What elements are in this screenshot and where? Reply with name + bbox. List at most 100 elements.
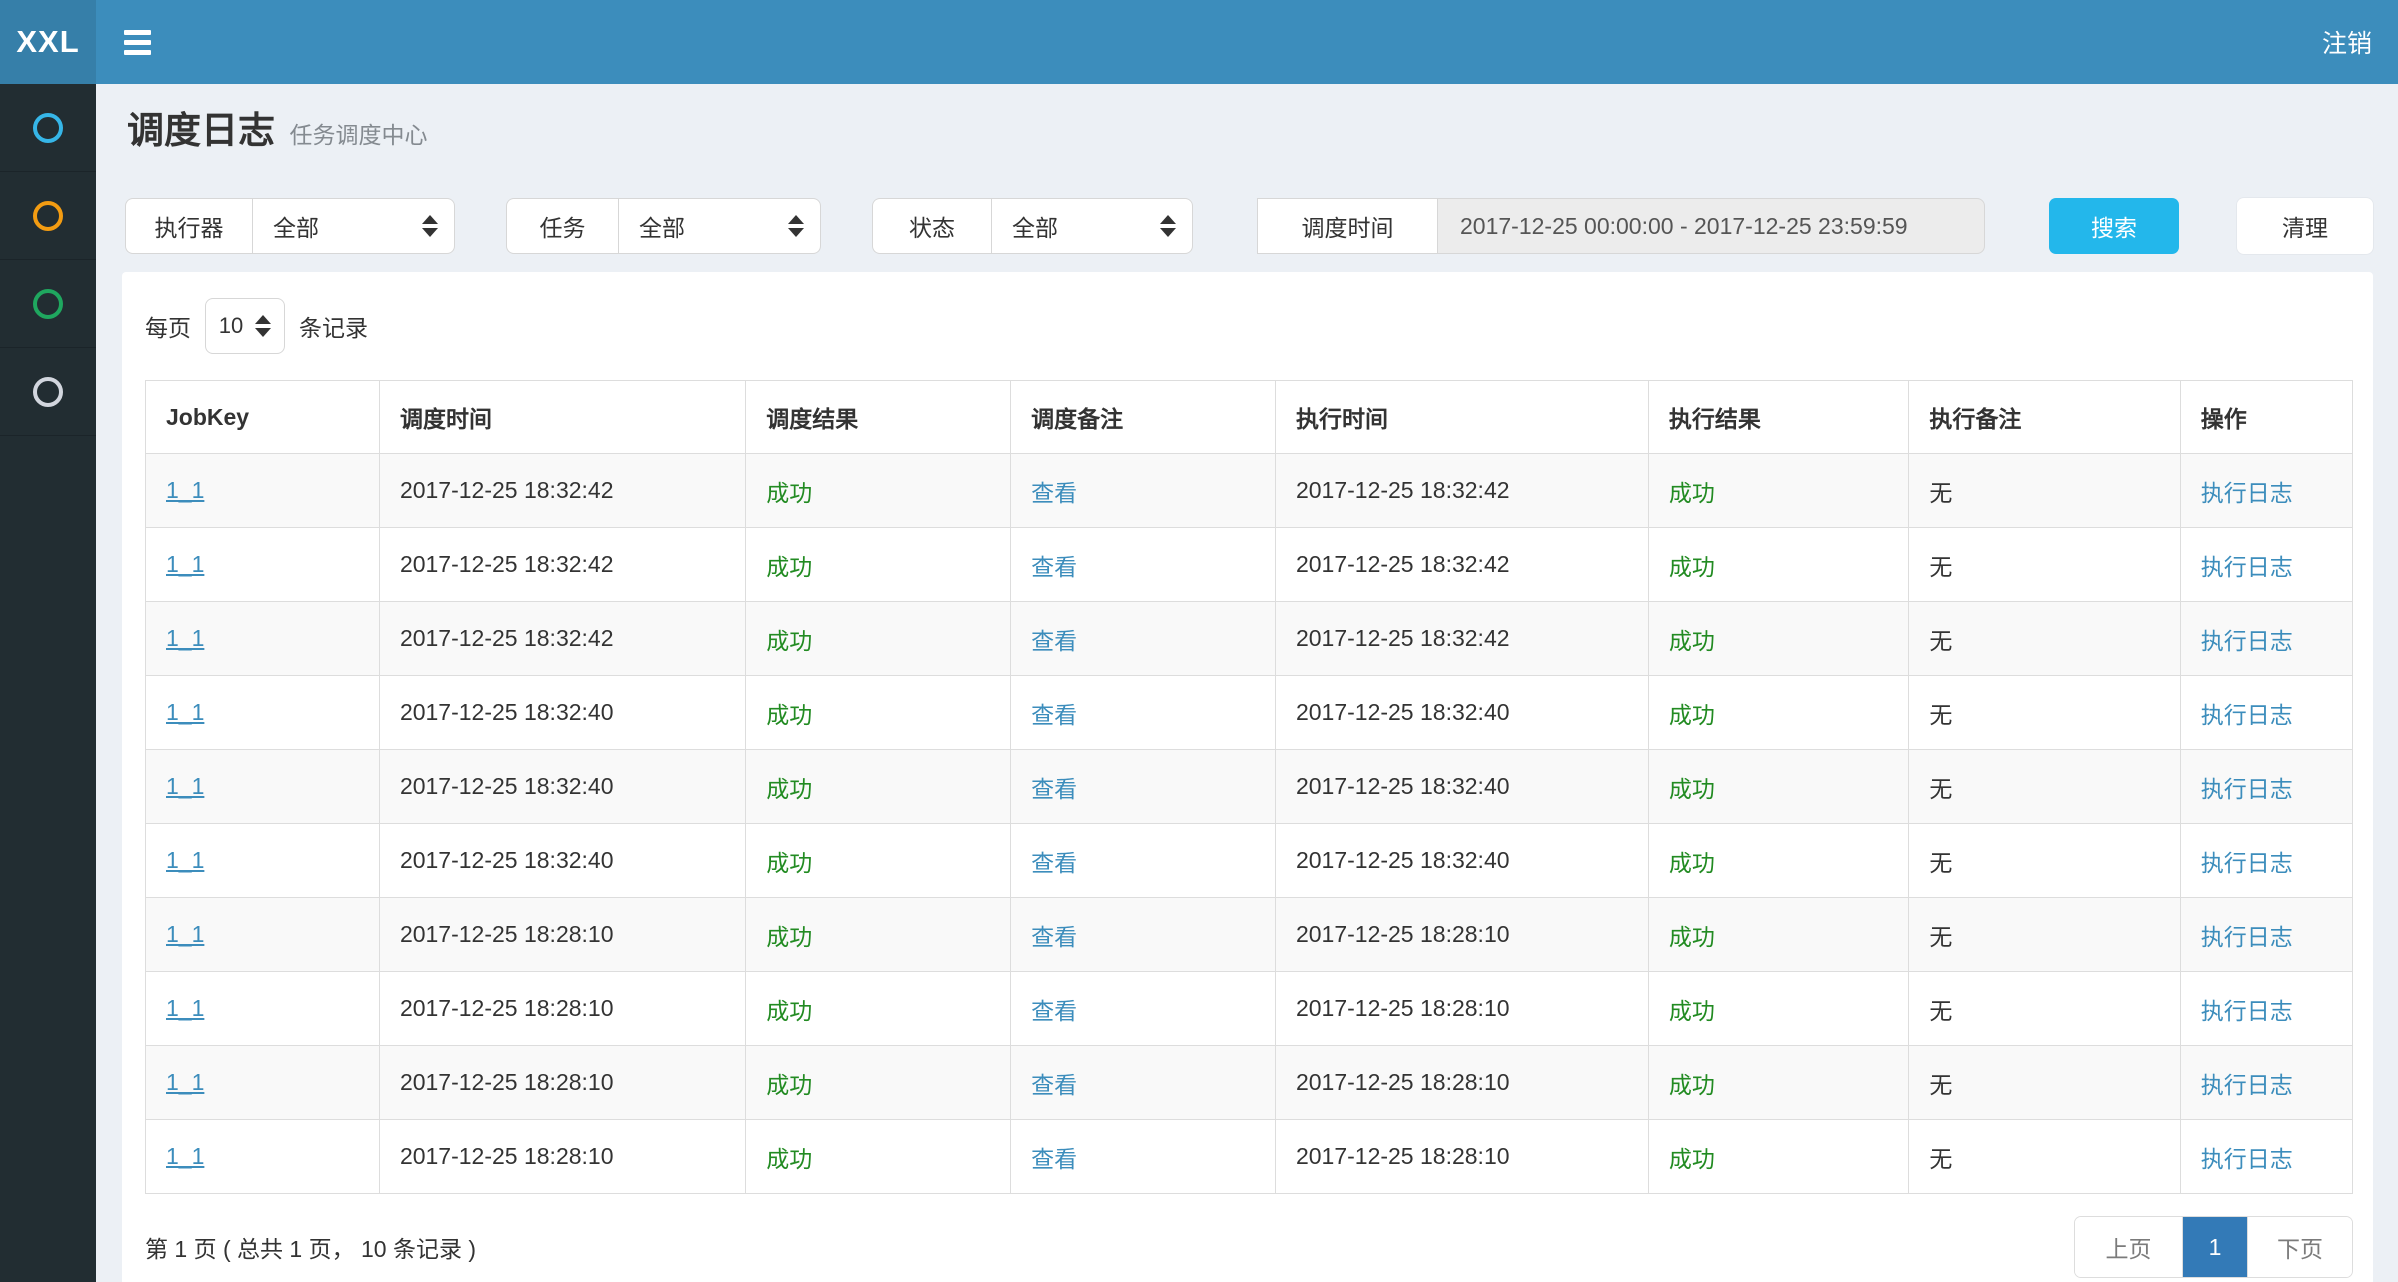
view-remark-link[interactable]: 查看 [1031, 924, 1077, 950]
exec-log-link[interactable]: 执行日志 [2201, 628, 2293, 654]
exec-log-link[interactable]: 执行日志 [2201, 998, 2293, 1024]
view-remark-link-td: 查看 [1011, 972, 1276, 1046]
exec-log-link[interactable]: 执行日志 [2201, 1072, 2293, 1098]
hamburger-icon [124, 30, 151, 35]
column-header: 调度结果 [746, 381, 1011, 454]
page-title: 调度日志 [127, 110, 275, 151]
dispatch-time-cell-td: 2017-12-25 18:32:40 [379, 824, 745, 898]
dispatch-result-cell-td: 成功 [746, 898, 1011, 972]
exec-result-cell: 成功 [1669, 1146, 1715, 1172]
jobkey-link[interactable]: 1_1 [166, 625, 204, 651]
exec-log-link[interactable]: 执行日志 [2201, 554, 2293, 580]
view-remark-link[interactable]: 查看 [1031, 998, 1077, 1024]
exec-time-cell-td: 2017-12-25 18:28:10 [1275, 898, 1648, 972]
select-arrows-icon [255, 315, 271, 337]
logout-link[interactable]: 注销 [2322, 24, 2372, 60]
circle-o-icon [33, 377, 63, 407]
table-header-row: JobKey调度时间调度结果调度备注执行时间执行结果执行备注操作 [146, 381, 2353, 454]
jobkey-link[interactable]: 1_1 [166, 847, 204, 873]
executor-select[interactable]: 全部 [252, 198, 455, 254]
exec-log-link-td: 执行日志 [2180, 972, 2352, 1046]
exec-remark-cell: 无 [1929, 924, 1952, 950]
dispatch-result-cell-td: 成功 [746, 528, 1011, 602]
sidebar-menu-item-2[interactable] [0, 172, 96, 260]
clear-button[interactable]: 清理 [2237, 198, 2373, 254]
column-header: 调度备注 [1011, 381, 1276, 454]
dispatch-time-cell-td: 2017-12-25 18:32:42 [379, 454, 745, 528]
dispatch-result-cell-td: 成功 [746, 1120, 1011, 1194]
prev-page-button[interactable]: 上页 [2075, 1217, 2183, 1277]
jobkey-link-td: 1_1 [146, 602, 380, 676]
exec-log-link[interactable]: 执行日志 [2201, 480, 2293, 506]
exec-result-cell-td: 成功 [1648, 676, 1908, 750]
view-remark-link[interactable]: 查看 [1031, 628, 1077, 654]
dispatch-time-cell: 2017-12-25 18:32:42 [400, 551, 614, 577]
view-remark-link[interactable]: 查看 [1031, 1146, 1077, 1172]
exec-time-cell: 2017-12-25 18:28:10 [1296, 1069, 1510, 1095]
exec-remark-cell-td: 无 [1909, 750, 2180, 824]
sidebar-menu-item-1[interactable] [0, 84, 96, 172]
exec-result-cell: 成功 [1669, 850, 1715, 876]
dispatch-result-cell-td: 成功 [746, 454, 1011, 528]
jobkey-link[interactable]: 1_1 [166, 1143, 204, 1169]
sidebar-toggle-button[interactable] [124, 30, 151, 55]
hamburger-icon [124, 50, 151, 55]
circle-o-icon [33, 201, 63, 231]
jobkey-link[interactable]: 1_1 [166, 477, 204, 503]
sidebar-menu-item-3[interactable] [0, 260, 96, 348]
view-remark-link[interactable]: 查看 [1031, 776, 1077, 802]
exec-log-link[interactable]: 执行日志 [2201, 924, 2293, 950]
exec-remark-cell-td: 无 [1909, 528, 2180, 602]
jobkey-link[interactable]: 1_1 [166, 1069, 204, 1095]
filter-bar: 执行器 全部 任务 全部 状态 全部 [125, 198, 2373, 254]
view-remark-link[interactable]: 查看 [1031, 480, 1077, 506]
jobkey-link[interactable]: 1_1 [166, 551, 204, 577]
exec-result-cell: 成功 [1669, 776, 1715, 802]
exec-log-link[interactable]: 执行日志 [2201, 1146, 2293, 1172]
status-filter-group: 状态 全部 [872, 198, 1193, 254]
dispatch-result-cell-td: 成功 [746, 1046, 1011, 1120]
sidebar [0, 84, 96, 1282]
exec-remark-cell-td: 无 [1909, 602, 2180, 676]
exec-time-cell: 2017-12-25 18:28:10 [1296, 921, 1510, 947]
column-header: JobKey [146, 381, 380, 454]
exec-log-link[interactable]: 执行日志 [2201, 702, 2293, 728]
view-remark-link[interactable]: 查看 [1031, 554, 1077, 580]
view-remark-link[interactable]: 查看 [1031, 702, 1077, 728]
exec-remark-cell: 无 [1929, 480, 1952, 506]
exec-remark-cell: 无 [1929, 850, 1952, 876]
brand-logo[interactable]: XXL [0, 0, 96, 84]
jobkey-link[interactable]: 1_1 [166, 773, 204, 799]
next-page-button[interactable]: 下页 [2247, 1217, 2352, 1277]
navbar-main: 注销 [96, 0, 2398, 84]
exec-log-link[interactable]: 执行日志 [2201, 776, 2293, 802]
exec-result-cell-td: 成功 [1648, 528, 1908, 602]
job-select[interactable]: 全部 [618, 198, 821, 254]
dispatch-time-range-input[interactable]: 2017-12-25 00:00:00 - 2017-12-25 23:59:5… [1437, 198, 1985, 254]
status-select-value: 全部 [1012, 209, 1150, 243]
column-header: 执行结果 [1648, 381, 1908, 454]
dispatch-result-cell-td: 成功 [746, 824, 1011, 898]
sidebar-menu-item-4[interactable] [0, 348, 96, 436]
dispatch-time-cell: 2017-12-25 18:32:40 [400, 847, 614, 873]
exec-log-link-td: 执行日志 [2180, 1120, 2352, 1194]
exec-result-cell: 成功 [1669, 998, 1715, 1024]
exec-log-link-td: 执行日志 [2180, 1046, 2352, 1120]
jobkey-link[interactable]: 1_1 [166, 921, 204, 947]
jobkey-link[interactable]: 1_1 [166, 699, 204, 725]
exec-result-cell-td: 成功 [1648, 1046, 1908, 1120]
search-button[interactable]: 搜索 [2049, 198, 2179, 254]
main-content: 调度日志 任务调度中心 执行器 全部 任务 全部 状态 [96, 84, 2398, 1282]
page-size-select[interactable]: 10 [205, 298, 285, 354]
exec-time-cell-td: 2017-12-25 18:32:42 [1275, 602, 1648, 676]
exec-remark-cell-td: 无 [1909, 454, 2180, 528]
dispatch-time-cell-td: 2017-12-25 18:32:42 [379, 602, 745, 676]
view-remark-link[interactable]: 查看 [1031, 1072, 1077, 1098]
view-remark-link[interactable]: 查看 [1031, 850, 1077, 876]
view-remark-link-td: 查看 [1011, 454, 1276, 528]
jobkey-link[interactable]: 1_1 [166, 995, 204, 1021]
status-select[interactable]: 全部 [991, 198, 1193, 254]
current-page-button[interactable]: 1 [2183, 1217, 2247, 1277]
exec-log-link[interactable]: 执行日志 [2201, 850, 2293, 876]
dispatch-result-cell: 成功 [766, 998, 812, 1024]
